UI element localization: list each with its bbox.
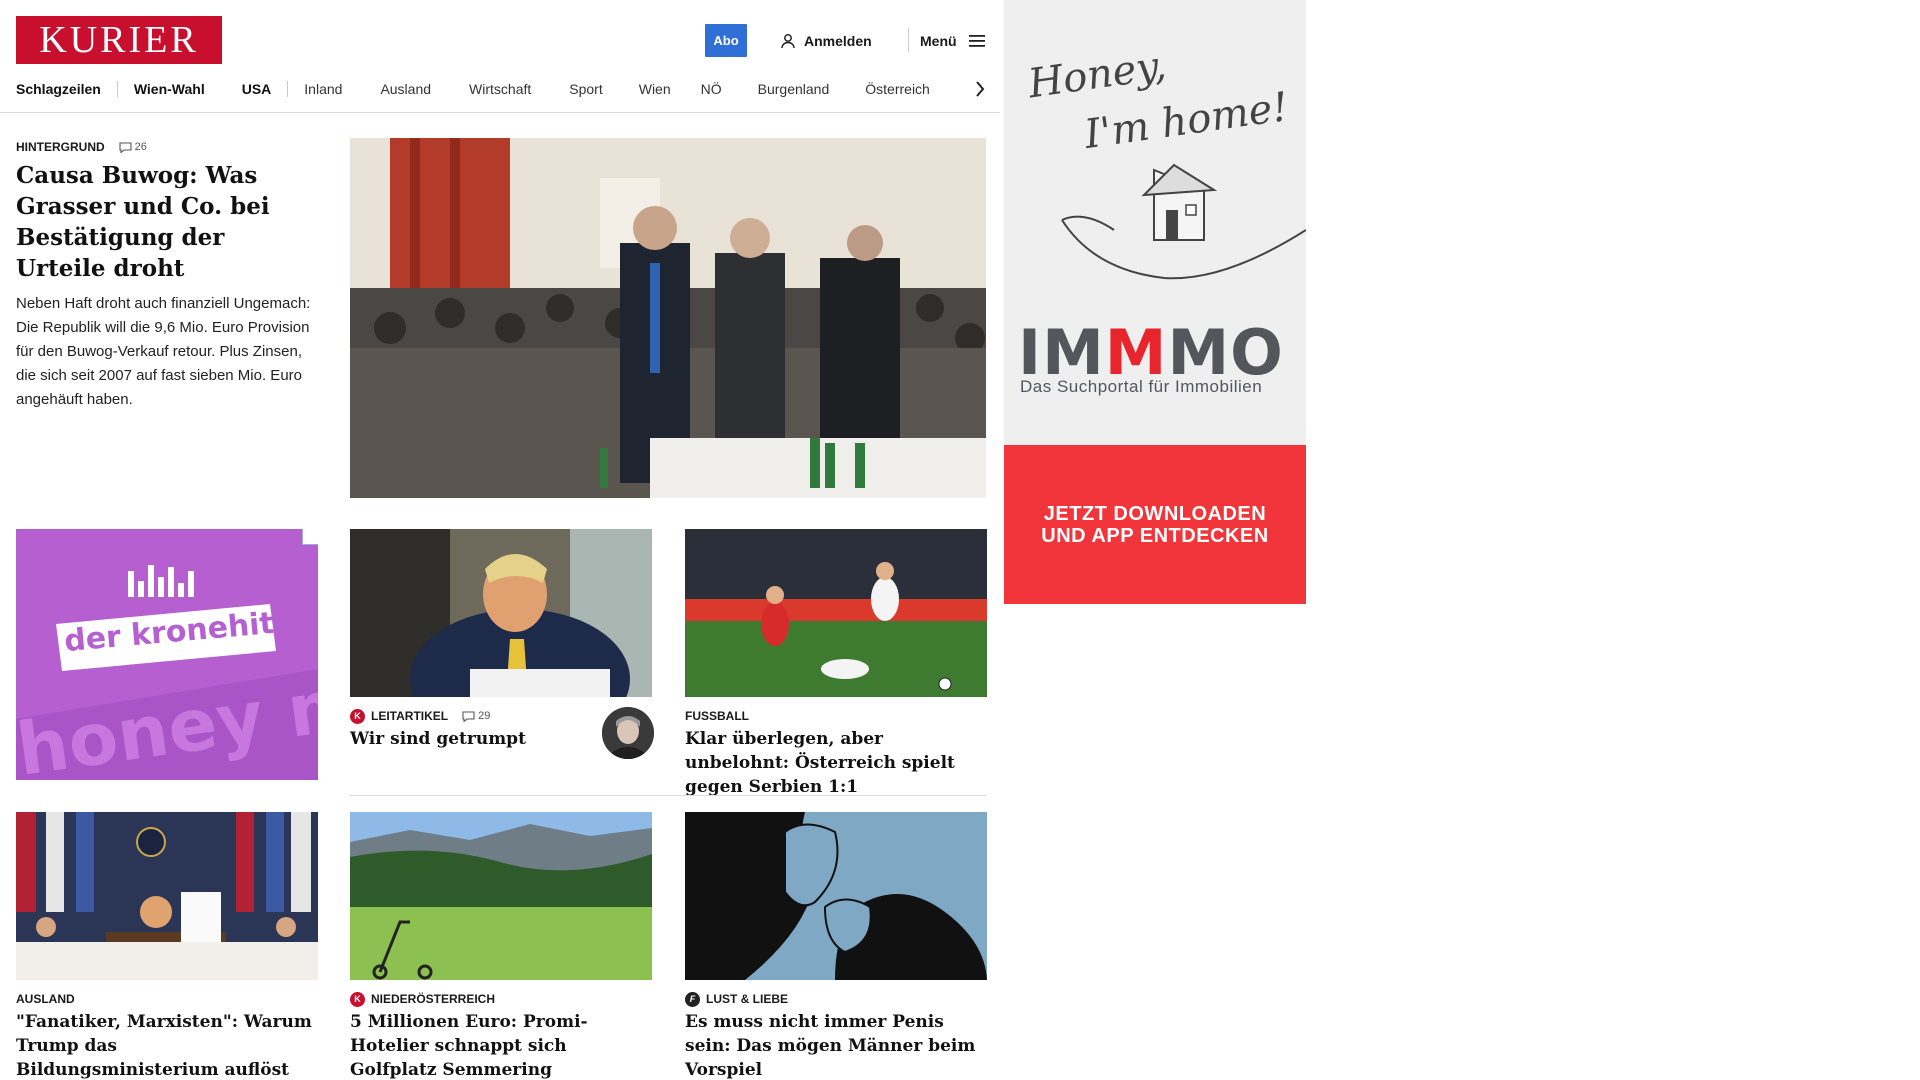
nav-item-wien-wahl[interactable]: Wien-Wahl bbox=[134, 81, 205, 97]
article-thumbnail[interactable] bbox=[16, 812, 318, 980]
card-headline[interactable]: Klar überlegen, aber unbelohnt: Österrei… bbox=[685, 727, 987, 799]
card-headline[interactable]: Es muss nicht immer Penis sein: Das möge… bbox=[685, 1010, 987, 1080]
nav-divider bbox=[116, 81, 118, 97]
couple-illustration bbox=[685, 812, 987, 980]
card-headline[interactable]: "Fanatiker, Marxisten": Warum Trump das … bbox=[16, 1010, 318, 1080]
nav-item-sport[interactable]: Sport bbox=[569, 81, 602, 97]
card-comment-count[interactable]: 29 bbox=[462, 710, 490, 722]
immmo-cta-line-1: JETZT DOWNLOADEN bbox=[1043, 502, 1267, 525]
author-portrait bbox=[602, 707, 654, 759]
comment-icon bbox=[119, 141, 132, 153]
immmo-cta-line-2: UND APP ENTDECKEN bbox=[1041, 524, 1269, 547]
kurier-plus-badge-icon: K bbox=[350, 991, 365, 1007]
chevron-right-icon bbox=[976, 81, 985, 97]
adchoices-icon[interactable] bbox=[302, 529, 318, 545]
hero-kicker-label: HINTERGRUND bbox=[16, 140, 105, 154]
immmo-ad[interactable]: Honey, I'm home! IMMMO Das Suchportal fü… bbox=[1004, 0, 1306, 604]
article-card-fussball[interactable]: FUSSBALL Klar überlegen, aber unbelohnt:… bbox=[685, 529, 987, 799]
nav-item-inland[interactable]: Inland bbox=[304, 81, 342, 97]
house-in-hand-icon bbox=[1061, 163, 1306, 280]
row-divider bbox=[350, 795, 986, 796]
comment-icon bbox=[462, 710, 475, 722]
card-kicker-label: NIEDERÖSTERREICH bbox=[371, 992, 496, 1006]
card-kicker: FUSSBALL bbox=[685, 707, 987, 725]
trump-smiling-photo bbox=[350, 529, 652, 697]
card-kicker: AUSLAND bbox=[16, 990, 318, 1008]
trump-signing-photo bbox=[16, 812, 318, 980]
immmo-tagline-1: Honey, bbox=[1025, 42, 1169, 108]
hero-comment-number: 26 bbox=[134, 141, 147, 153]
card-kicker: K NIEDERÖSTERREICH bbox=[350, 990, 652, 1008]
article-thumbnail[interactable] bbox=[685, 812, 987, 980]
article-card-ausland[interactable]: AUSLAND "Fanatiker, Marxisten": Warum Tr… bbox=[16, 812, 318, 1080]
author-avatar[interactable] bbox=[602, 707, 654, 759]
card-headline[interactable]: 5 Millionen Euro: Promi-Hotelier schnapp… bbox=[350, 1010, 652, 1080]
nav-item-wien[interactable]: Wien bbox=[639, 81, 671, 97]
nav-item-oesterreich[interactable]: Österreich bbox=[865, 81, 930, 97]
menu-button[interactable]: Menü bbox=[920, 30, 985, 52]
card-kicker-label: LEITARTIKEL bbox=[371, 709, 449, 723]
nav-item-ausland[interactable]: Ausland bbox=[380, 81, 431, 97]
card-kicker-label: LUST & LIEBE bbox=[706, 992, 789, 1006]
header-divider bbox=[908, 28, 909, 52]
user-icon bbox=[781, 34, 795, 49]
nav-divider bbox=[287, 81, 289, 97]
hero-headline[interactable]: Causa Buwog: Was Grasser und Co. bei Bes… bbox=[16, 160, 316, 284]
hero-lead: Neben Haft droht auch finanziell Ungemac… bbox=[16, 295, 311, 408]
login-button[interactable]: Anmelden bbox=[780, 30, 872, 52]
kurier-logo[interactable]: KURIER bbox=[16, 16, 222, 64]
nav-scroll-right-button[interactable] bbox=[970, 78, 990, 100]
nav-item-wirtschaft[interactable]: Wirtschaft bbox=[469, 81, 531, 97]
news-site: KURIER Abo Anmelden Menü Schlagzeilen Wi… bbox=[0, 0, 1000, 1080]
card-comment-number: 29 bbox=[478, 710, 491, 722]
kronehit-ad[interactable]: der kronehit honey m bbox=[16, 529, 318, 780]
kurier-plus-badge-icon: K bbox=[350, 708, 365, 724]
nav-item-noe[interactable]: NÖ bbox=[701, 81, 722, 97]
article-thumbnail[interactable] bbox=[350, 529, 652, 697]
article-thumbnail[interactable] bbox=[685, 529, 987, 697]
immmo-subtitle: Das Suchportal für Immobilien bbox=[1020, 377, 1263, 396]
hamburger-icon bbox=[968, 35, 985, 47]
menu-label: Menü bbox=[920, 33, 957, 49]
hero-article[interactable]: HINTERGRUND 26 Causa Buwog: Was Grasser … bbox=[16, 138, 316, 412]
nav-item-schlagzeilen[interactable]: Schlagzeilen bbox=[16, 81, 101, 97]
lust-liebe-badge-icon: f bbox=[685, 991, 700, 1007]
card-kicker-label: AUSLAND bbox=[16, 992, 75, 1006]
nav-item-burgenland[interactable]: Burgenland bbox=[758, 81, 830, 97]
hero-kicker: HINTERGRUND 26 bbox=[16, 138, 316, 156]
hero-comment-count[interactable]: 26 bbox=[119, 141, 147, 153]
abo-button[interactable]: Abo bbox=[705, 24, 747, 57]
nav-item-usa[interactable]: USA bbox=[242, 81, 272, 97]
nav-spacer bbox=[223, 81, 224, 97]
golf-course-photo bbox=[350, 812, 652, 980]
card-kicker-label: FUSSBALL bbox=[685, 709, 749, 723]
article-card-lust-liebe[interactable]: f LUST & LIEBE Es muss nicht immer Penis… bbox=[685, 812, 987, 1080]
login-label: Anmelden bbox=[804, 33, 872, 49]
football-match-photo bbox=[685, 529, 987, 697]
article-thumbnail[interactable] bbox=[350, 812, 652, 980]
section-nav: Schlagzeilen Wien-Wahl USA Inland Auslan… bbox=[16, 78, 1000, 100]
site-header: KURIER Abo Anmelden Menü Schlagzeilen Wi… bbox=[0, 0, 1000, 113]
immmo-download-cta[interactable]: JETZT DOWNLOADEN UND APP ENTDECKEN bbox=[1004, 445, 1306, 604]
article-card-niederoesterreich[interactable]: K NIEDERÖSTERREICH 5 Millionen Euro: Pro… bbox=[350, 812, 652, 1080]
hero-image[interactable] bbox=[350, 138, 986, 498]
courtroom-photo bbox=[350, 138, 986, 498]
card-kicker: f LUST & LIEBE bbox=[685, 990, 987, 1008]
